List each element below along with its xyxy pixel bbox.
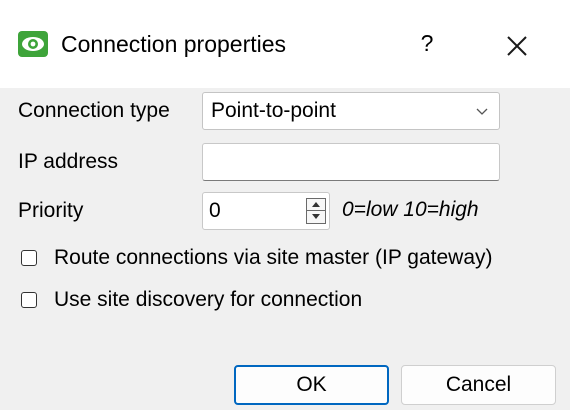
chevron-down-icon bbox=[476, 108, 488, 115]
close-icon[interactable] bbox=[499, 28, 535, 64]
site-discovery-label[interactable]: Use site discovery for connection bbox=[54, 286, 362, 314]
priority-stepper bbox=[306, 198, 326, 224]
eye-icon bbox=[18, 31, 48, 57]
priority-value: 0 bbox=[209, 199, 221, 222]
title-bar: Connection properties ? bbox=[0, 0, 570, 88]
priority-spinbox[interactable]: 0 bbox=[202, 192, 330, 230]
window-title: Connection properties bbox=[61, 31, 287, 57]
route-via-master-checkbox[interactable] bbox=[21, 250, 37, 266]
cancel-button[interactable]: Cancel bbox=[401, 365, 556, 405]
connection-type-value: Point-to-point bbox=[211, 99, 336, 122]
priority-label: Priority bbox=[18, 199, 84, 222]
ip-address-field[interactable] bbox=[202, 143, 500, 181]
route-via-master-label[interactable]: Route connections via site master (IP ga… bbox=[54, 244, 493, 272]
ip-address-label: IP address bbox=[18, 150, 119, 173]
site-discovery-checkbox[interactable] bbox=[21, 292, 37, 308]
spin-down-arrow-icon[interactable] bbox=[307, 211, 325, 223]
ok-button[interactable]: OK bbox=[234, 365, 389, 405]
priority-hint: 0=low 10=high bbox=[342, 198, 479, 221]
connection-properties-dialog: Connection properties ? Connection type … bbox=[0, 0, 570, 410]
connection-type-label: Connection type bbox=[18, 99, 170, 122]
help-button[interactable]: ? bbox=[412, 26, 442, 60]
connection-type-select[interactable]: Point-to-point bbox=[202, 92, 500, 130]
